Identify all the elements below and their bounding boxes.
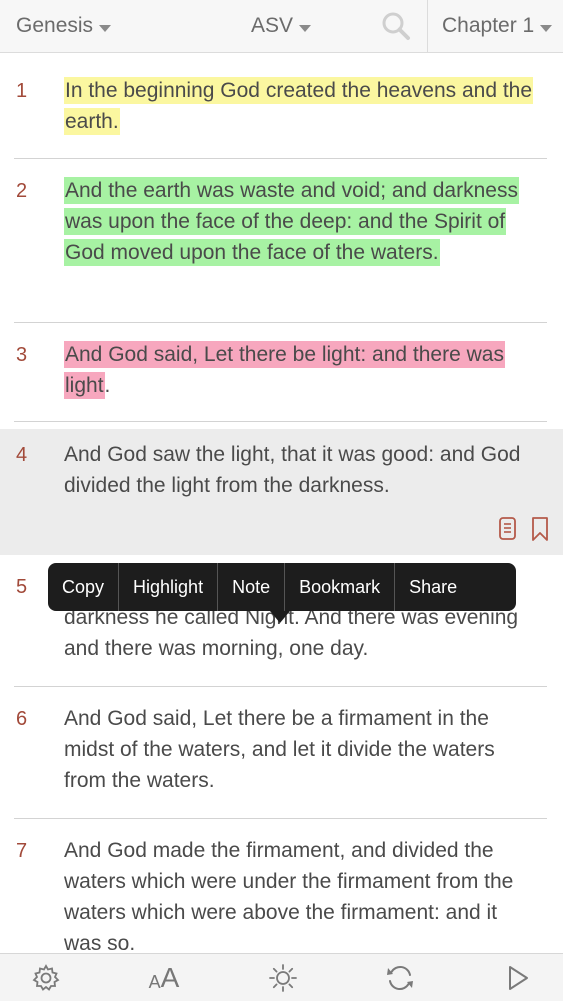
highlighted-text: And God said, Let there be light: and th…: [64, 341, 505, 399]
verse-divider: [14, 686, 547, 687]
chapter-label: Chapter 1: [442, 14, 535, 37]
verse-number: 7: [16, 840, 28, 862]
font-small-label: A: [148, 971, 161, 992]
play-icon: [509, 965, 528, 990]
verse-divider: [14, 818, 547, 819]
bookmark-icon[interactable]: [530, 516, 550, 542]
verse-text: And the earth was waste and void; and da…: [64, 175, 534, 268]
verse-divider: [14, 421, 547, 422]
top-bar: Genesis ASV Chapter 1: [0, 0, 563, 53]
sync-button[interactable]: [383, 954, 417, 1001]
chapter-selector[interactable]: Chapter 1: [442, 0, 553, 52]
sync-icon: [387, 965, 413, 990]
verse-tail: .: [104, 374, 111, 397]
verse-text: In the beginning God created the heavens…: [64, 75, 534, 137]
settings-button[interactable]: [28, 954, 64, 1001]
highlighted-text: And the earth was waste and void; and da…: [64, 177, 519, 266]
highlight-button[interactable]: Highlight: [119, 563, 219, 611]
verse-number: 2: [16, 180, 28, 202]
verse-number: 4: [16, 444, 28, 466]
verse-text: And God saw the light, that it was good:…: [64, 443, 521, 497]
copy-button[interactable]: Copy: [48, 563, 120, 611]
chevron-down-icon: [299, 24, 312, 32]
highlighted-text: In the beginning God created the heavens…: [64, 77, 534, 135]
book-selector[interactable]: Genesis: [16, 0, 112, 52]
chevron-down-icon: [540, 24, 553, 32]
share-button[interactable]: Share: [395, 563, 471, 611]
version-label: ASV: [251, 14, 294, 37]
brightness-icon: [269, 963, 297, 992]
verse-actions: [498, 516, 550, 542]
search-icon: [382, 12, 410, 40]
font-size-button[interactable]: A A: [142, 954, 186, 1001]
book-label: Genesis: [16, 14, 94, 37]
verse-text: darkness he called Night. And there was …: [64, 606, 519, 660]
version-selector[interactable]: ASV: [251, 0, 312, 52]
verse-number: 6: [16, 708, 28, 730]
verse-number: 1: [16, 80, 28, 102]
note-icon[interactable]: [498, 516, 518, 542]
verse-divider: [14, 158, 547, 159]
verse-number: 3: [16, 344, 28, 366]
context-menu-pointer: [270, 611, 290, 623]
note-button[interactable]: Note: [218, 563, 286, 611]
verse-number: 5: [16, 576, 28, 598]
search-button[interactable]: [380, 0, 412, 52]
brightness-button[interactable]: [266, 954, 300, 1001]
bookmark-button[interactable]: Bookmark: [285, 563, 396, 611]
verse-divider: [14, 322, 547, 323]
font-large-label: A: [160, 961, 180, 993]
context-menu: Copy Highlight Note Bookmark Share: [48, 563, 516, 611]
verse-text: And God made the firmament, and divided …: [64, 839, 514, 955]
toolbar-divider: [427, 0, 428, 52]
play-button[interactable]: [504, 954, 532, 1001]
bottom-toolbar: A A: [0, 953, 563, 1001]
font-size-icon: A A: [148, 961, 180, 993]
verse-text: And God said, Let there be light: and th…: [64, 339, 534, 401]
gear-icon: [32, 963, 60, 991]
chevron-down-icon: [99, 24, 112, 32]
verse-text: And God said, Let there be a firmament i…: [64, 707, 495, 792]
